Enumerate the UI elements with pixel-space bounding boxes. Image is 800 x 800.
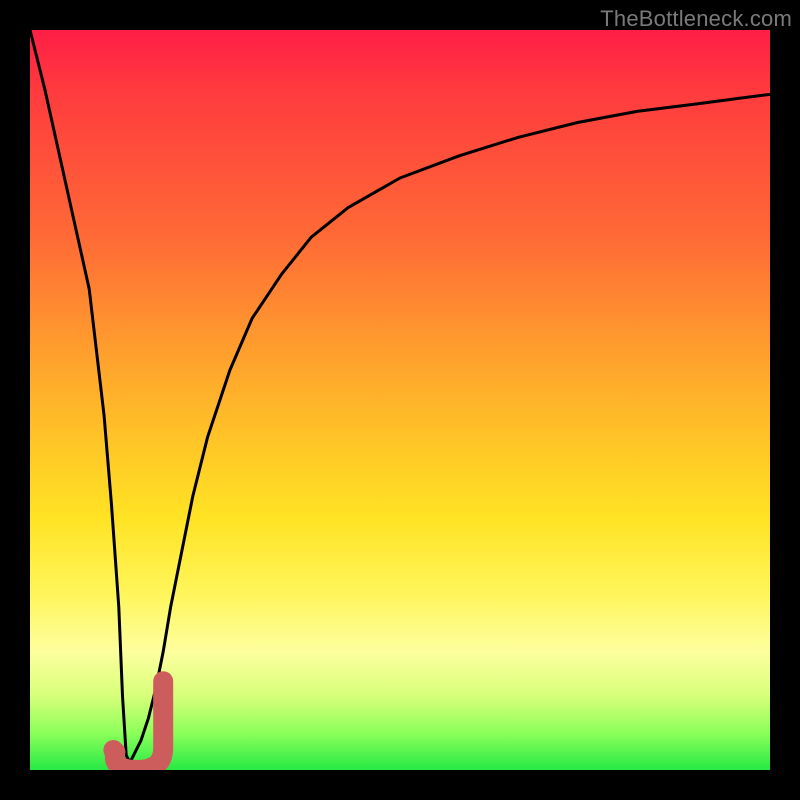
plot-area	[30, 30, 770, 770]
curves-svg	[30, 30, 770, 770]
watermark-text: TheBottleneck.com	[600, 6, 792, 32]
chart-frame: TheBottleneck.com	[0, 0, 800, 800]
optimal-marker-dot	[103, 740, 123, 760]
optimal-marker-icon	[115, 681, 163, 770]
bottleneck-curve	[30, 30, 770, 763]
